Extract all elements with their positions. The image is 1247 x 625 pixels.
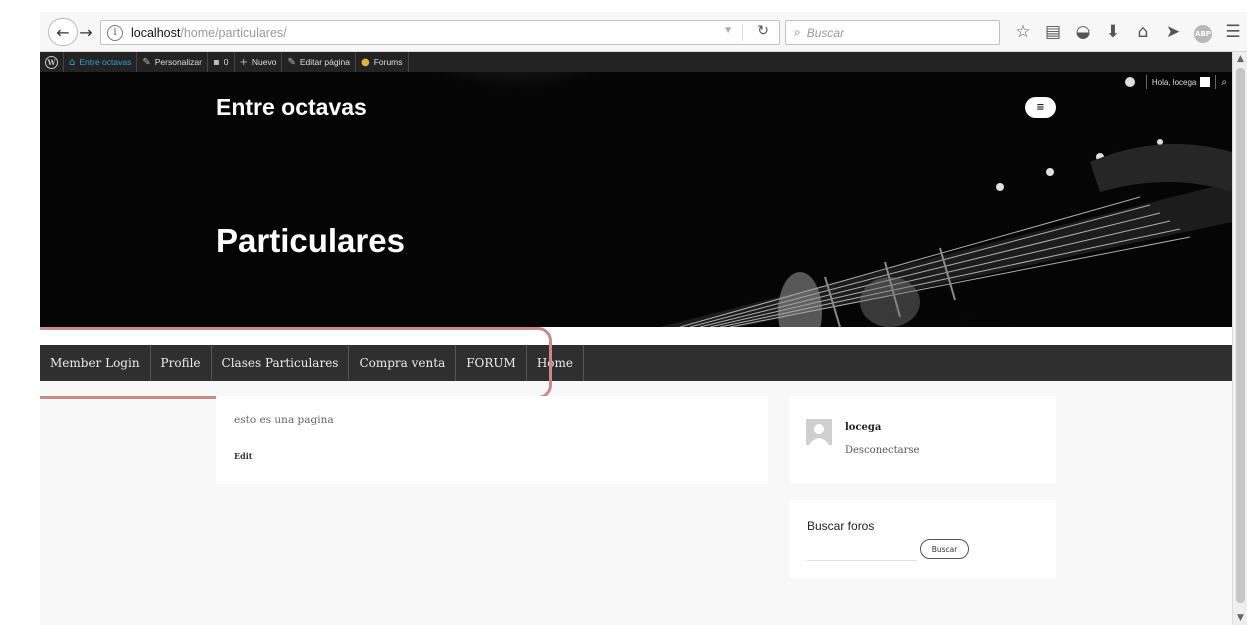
- search-icon: ⌕: [794, 25, 801, 39]
- user-menu-divider: [1145, 75, 1147, 89]
- admin-customize-link[interactable]: ✎ Personalizar: [137, 52, 208, 72]
- forum-search-input[interactable]: [807, 537, 917, 561]
- widget-title: Buscar foros: [807, 519, 875, 533]
- scroll-thumb[interactable]: [1236, 68, 1245, 603]
- admin-forums-label: Forums: [373, 57, 403, 67]
- admin-site-label: Entre octavas: [79, 57, 132, 67]
- admin-comments-link[interactable]: ▪ 0: [208, 52, 235, 72]
- user-widget: locega Desconectarse: [789, 396, 1056, 483]
- user-account-menu[interactable]: Hola, locega ⌕: [1124, 72, 1232, 92]
- admin-new-label: Nuevo: [251, 57, 277, 67]
- widget-username[interactable]: locega: [845, 422, 881, 433]
- page-title: Particulares: [216, 222, 405, 259]
- menu-toggle-button[interactable]: ≡: [1025, 97, 1056, 118]
- wordpress-icon: W: [45, 55, 58, 69]
- admin-search-icon[interactable]: ⌕: [1221, 77, 1227, 88]
- download-icon[interactable]: ⬇: [1098, 22, 1128, 42]
- forum-search-button[interactable]: Buscar: [920, 539, 969, 559]
- adblock-button[interactable]: ABP: [1188, 21, 1218, 43]
- brush-icon: ✎: [142, 56, 151, 68]
- admin-edit-page-label: Editar página: [299, 57, 350, 67]
- hamburger-icon: ≡: [1036, 102, 1045, 113]
- hero-header: Entre octavas Particulares ≡ Hola, loceg…: [40, 72, 1232, 327]
- pencil-icon: ✎: [287, 56, 296, 68]
- browser-toolbar: ← → i localhost/home/particulares/ ▼ ↻ ⌕…: [40, 12, 1247, 52]
- url-divider: [742, 24, 743, 41]
- forums-icon: ●: [360, 56, 370, 68]
- admin-comments-count: 0: [223, 57, 229, 67]
- browser-search-field[interactable]: ⌕ Buscar: [785, 20, 1000, 45]
- back-arrow-icon: ←: [56, 22, 70, 42]
- home-dashboard-icon: ⌂: [69, 56, 76, 68]
- back-button[interactable]: ←: [48, 18, 78, 46]
- edit-link[interactable]: Edit: [234, 451, 252, 461]
- forward-arrow-icon: →: [79, 22, 93, 42]
- wp-admin-bar: W ⌂ Entre octavas ✎ Personalizar ▪ 0 + Nuevo…: [40, 52, 1232, 72]
- info-icon[interactable]: i: [107, 24, 123, 41]
- forum-search-widget: Buscar foros Buscar: [789, 500, 1056, 578]
- browser-window: ← → i localhost/home/particulares/ ▼ ↻ ⌕…: [0, 0, 1247, 625]
- user-menu-divider: [1215, 75, 1217, 89]
- admin-customize-label: Personalizar: [154, 57, 202, 67]
- page-content-card: esto es una pagina Edit: [216, 396, 768, 484]
- browser-search-placeholder: Buscar: [806, 25, 845, 40]
- page-scrollbar[interactable]: ▲ ▼: [1232, 52, 1247, 625]
- notification-icon[interactable]: [1124, 77, 1135, 87]
- user-silhouette-icon: [806, 419, 832, 445]
- comment-icon: ▪: [212, 56, 220, 68]
- reading-list-icon[interactable]: ▤: [1038, 22, 1068, 42]
- send-icon[interactable]: ➤: [1158, 22, 1188, 42]
- menu-icon[interactable]: ☰: [1218, 22, 1247, 42]
- scroll-up-icon[interactable]: ▲: [1233, 52, 1247, 66]
- wp-logo-button[interactable]: W: [40, 52, 64, 72]
- plus-icon: +: [239, 56, 248, 68]
- pocket-icon[interactable]: ◒: [1068, 22, 1098, 42]
- page-viewport: W ⌂ Entre octavas ✎ Personalizar ▪ 0 + Nuevo…: [40, 52, 1247, 625]
- admin-site-link[interactable]: ⌂ Entre octavas: [64, 52, 138, 72]
- user-avatar-icon: [1200, 77, 1211, 87]
- home-icon[interactable]: ⌂: [1128, 22, 1158, 42]
- admin-edit-page-link[interactable]: ✎ Editar página: [282, 52, 356, 72]
- url-path: /home/particulares/: [180, 25, 287, 40]
- bookmark-star-icon[interactable]: ☆: [1008, 22, 1038, 42]
- admin-new-link[interactable]: + Nuevo: [235, 52, 283, 72]
- nav-highlight-annotation: [40, 327, 552, 399]
- url-bar[interactable]: i localhost/home/particulares/ ▼ ↻: [100, 20, 780, 45]
- url-text: localhost/home/particulares/: [131, 26, 287, 40]
- logout-link[interactable]: Desconectarse: [845, 445, 919, 456]
- admin-forums-link[interactable]: ● Forums: [356, 52, 409, 72]
- scroll-down-icon[interactable]: ▼: [1233, 611, 1247, 625]
- toolbar-icons: ☆ ▤ ◒ ⬇ ⌂ ➤ ABP ☰: [1008, 20, 1247, 44]
- url-host: localhost: [131, 25, 181, 40]
- avatar: [806, 419, 832, 445]
- site-title[interactable]: Entre octavas: [216, 94, 367, 121]
- user-greeting[interactable]: Hola, locega: [1152, 78, 1196, 87]
- page-body-text: esto es una pagina: [234, 414, 334, 426]
- forward-button[interactable]: →: [76, 22, 96, 42]
- adblock-icon: ABP: [1194, 25, 1212, 43]
- url-dropdown-icon[interactable]: ▼: [723, 25, 733, 36]
- reload-icon[interactable]: ↻: [757, 23, 769, 39]
